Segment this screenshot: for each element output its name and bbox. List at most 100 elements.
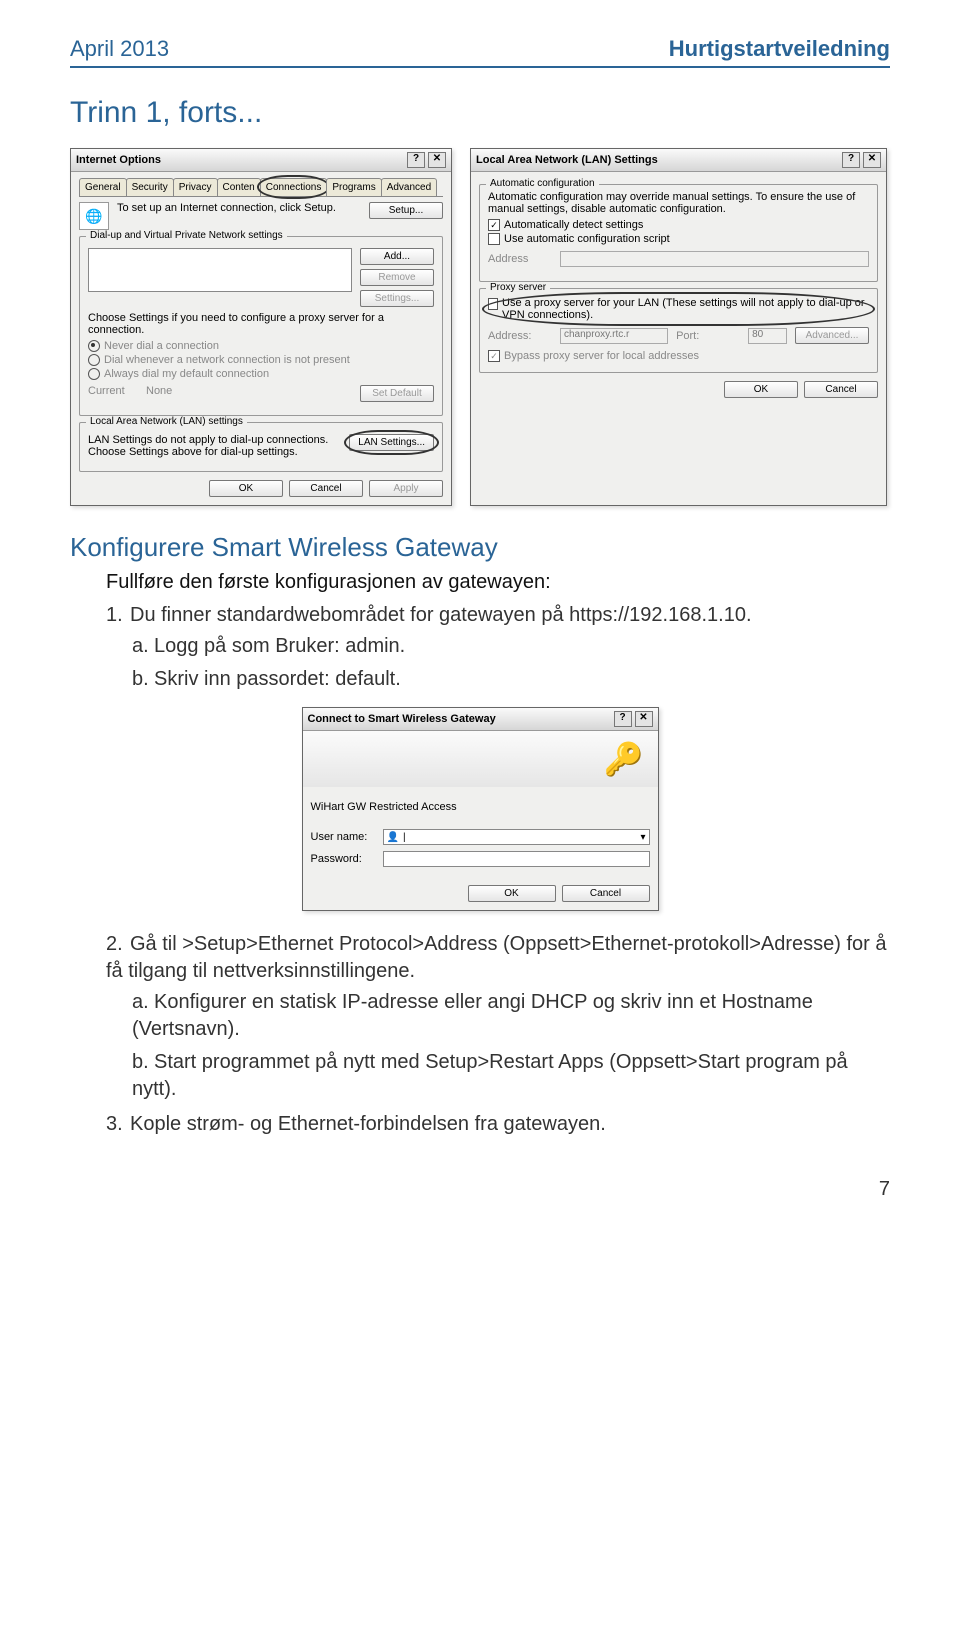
intro-line: Fullføre den første konfigurasjonen av g…: [106, 571, 890, 594]
tab-connections[interactable]: Connections: [260, 178, 328, 196]
address-label: Address: [488, 253, 552, 265]
proxy-port-label: Port:: [676, 330, 740, 342]
auto-detect-checkbox[interactable]: ✓Automatically detect settings: [488, 219, 869, 231]
ok-button[interactable]: OK: [724, 381, 798, 398]
cancel-button[interactable]: Cancel: [562, 885, 650, 902]
header-date: April 2013: [70, 36, 169, 62]
tab-programs[interactable]: Programs: [326, 178, 381, 196]
chevron-down-icon[interactable]: ▾: [640, 832, 645, 843]
help-icon[interactable]: ?: [407, 152, 425, 168]
radio-always-dial-label: Always dial my default connection: [104, 368, 269, 380]
step-1b: b.Skriv inn passordet: default.: [132, 666, 890, 693]
ok-button[interactable]: OK: [209, 480, 283, 497]
proxy-port-input[interactable]: 80: [748, 328, 787, 344]
address-input[interactable]: [560, 251, 869, 267]
add-button[interactable]: Add...: [360, 248, 434, 265]
tab-content[interactable]: Conten: [217, 178, 261, 196]
proxy-group-label: Proxy server: [486, 282, 550, 293]
connections-list[interactable]: [88, 248, 352, 292]
step-3-num: 3.: [106, 1111, 130, 1138]
ok-button[interactable]: OK: [468, 885, 556, 902]
username-label: User name:: [311, 831, 375, 843]
close-icon[interactable]: ✕: [863, 152, 881, 168]
title-text: Local Area Network (LAN) Settings: [476, 154, 658, 166]
step-1a-text: Logg på som Bruker: admin.: [154, 635, 405, 657]
settings-button[interactable]: Settings...: [360, 290, 434, 307]
tab-privacy[interactable]: Privacy: [173, 178, 218, 196]
radio-never-dial-label: Never dial a connection: [104, 340, 219, 352]
auto-config-group: Automatic configuration Automatic config…: [479, 184, 878, 282]
screenshot-row: Internet Options ? ✕ General Security Pr…: [70, 148, 890, 506]
auto-script-label: Use automatic configuration script: [504, 233, 670, 245]
proxy-group: Proxy server Use a proxy server for your…: [479, 288, 878, 373]
close-icon[interactable]: ✕: [635, 711, 653, 727]
keys-icon: 🔑: [604, 740, 644, 778]
remove-button[interactable]: Remove: [360, 269, 434, 286]
title-text: Internet Options: [76, 154, 161, 166]
header-doc-title: Hurtigstartveiledning: [669, 36, 890, 62]
step-1-text: Du finner standardwebområdet for gateway…: [130, 604, 752, 626]
lan-settings-button[interactable]: LAN Settings...: [349, 434, 434, 451]
bypass-label: Bypass proxy server for local addresses: [504, 350, 699, 362]
apply-button[interactable]: Apply: [369, 480, 443, 497]
auto-detect-label: Automatically detect settings: [504, 219, 643, 231]
lan-text: LAN Settings do not apply to dial-up con…: [88, 434, 341, 458]
step-1a-let: a.: [132, 633, 154, 660]
user-icon: 👤: [387, 832, 399, 843]
step-3-text: Kople strøm- og Ethernet-forbindelsen fr…: [130, 1113, 606, 1135]
bypass-checkbox[interactable]: ✓Bypass proxy server for local addresses: [488, 350, 869, 362]
setup-text: To set up an Internet connection, click …: [117, 202, 361, 214]
cancel-button[interactable]: Cancel: [804, 381, 878, 398]
titlebar: Internet Options ? ✕: [71, 149, 451, 172]
close-icon[interactable]: ✕: [428, 152, 446, 168]
step-2a-let: a.: [132, 989, 154, 1016]
use-proxy-label: Use a proxy server for your LAN (These s…: [502, 297, 869, 321]
step-1b-let: b.: [132, 666, 154, 693]
step-1b-text: Skriv inn passordet: default.: [154, 668, 401, 690]
page-header: April 2013 Hurtigstartveiledning: [70, 36, 890, 68]
help-icon[interactable]: ?: [842, 152, 860, 168]
titlebar: Connect to Smart Wireless Gateway ? ✕: [303, 708, 658, 731]
section-title: Trinn 1, forts...: [70, 96, 890, 130]
restricted-access-text: WiHart GW Restricted Access: [311, 801, 650, 813]
step-1a: a.Logg på som Bruker: admin.: [132, 633, 890, 660]
titlebar: Local Area Network (LAN) Settings ? ✕: [471, 149, 886, 172]
step-2a-text: Konfigurer en statisk IP-adresse eller a…: [132, 991, 813, 1040]
internet-options-dialog: Internet Options ? ✕ General Security Pr…: [70, 148, 452, 506]
auto-config-label: Automatic configuration: [486, 178, 599, 189]
proxy-address-input[interactable]: chanproxy.rtc.r: [560, 328, 668, 344]
step-2-num: 2.: [106, 931, 130, 958]
radio-dial-when-label: Dial whenever a network connection is no…: [104, 354, 350, 366]
tab-general[interactable]: General: [79, 178, 127, 196]
setup-button[interactable]: Setup...: [369, 202, 443, 219]
choose-text: Choose Settings if you need to configure…: [88, 312, 434, 336]
configure-gateway-title: Konfigurere Smart Wireless Gateway: [70, 532, 890, 563]
current-label: Current: [88, 385, 138, 397]
step-3: 3.Kople strøm- og Ethernet-forbindelsen …: [106, 1111, 890, 1138]
cancel-button[interactable]: Cancel: [289, 480, 363, 497]
set-default-button[interactable]: Set Default: [360, 385, 434, 402]
auto-script-checkbox[interactable]: Use automatic configuration script: [488, 233, 869, 245]
tab-security[interactable]: Security: [126, 178, 174, 196]
step-1: 1.Du finner standardwebområdet for gatew…: [106, 602, 890, 693]
use-proxy-checkbox[interactable]: Use a proxy server for your LAN (These s…: [488, 297, 869, 321]
current-value: None: [146, 385, 352, 397]
step-2: 2.Gå til >Setup>Ethernet Protocol>Addres…: [106, 931, 890, 1103]
help-icon[interactable]: ?: [614, 711, 632, 727]
title-text: Connect to Smart Wireless Gateway: [308, 713, 496, 725]
radio-always-dial[interactable]: Always dial my default connection: [88, 368, 434, 380]
tab-advanced[interactable]: Advanced: [381, 178, 437, 196]
step-1-num: 1.: [106, 602, 130, 629]
username-input[interactable]: 👤| ▾: [383, 829, 650, 845]
radio-never-dial[interactable]: Never dial a connection: [88, 340, 434, 352]
tab-strip: General Security Privacy Conten Connecti…: [79, 178, 443, 197]
advanced-button[interactable]: Advanced...: [795, 327, 869, 344]
step-2b: b.Start programmet på nytt med Setup>Res…: [132, 1049, 890, 1103]
password-input[interactable]: [383, 851, 650, 867]
radio-dial-when[interactable]: Dial whenever a network connection is no…: [88, 354, 434, 366]
globe-icon: 🌐: [79, 202, 109, 230]
proxy-address-label: Address:: [488, 330, 552, 342]
password-label: Password:: [311, 853, 375, 865]
step-2b-let: b.: [132, 1049, 154, 1076]
auto-config-text: Automatic configuration may override man…: [488, 191, 869, 215]
